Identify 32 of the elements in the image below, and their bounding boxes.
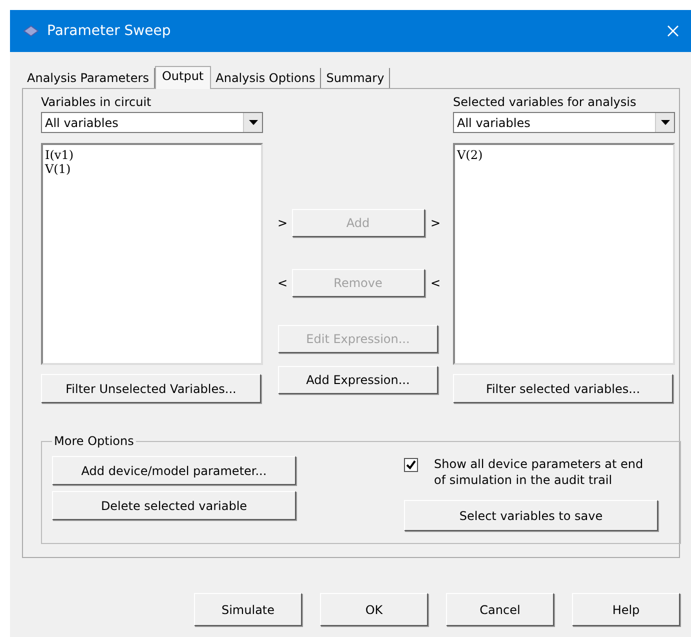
- list-item[interactable]: I(v1): [45, 148, 259, 162]
- filter-button[interactable]: Filter Unselected Variables...: [41, 374, 261, 403]
- list-item[interactable]: V(2): [457, 148, 671, 162]
- window-title: Parameter Sweep: [47, 23, 172, 39]
- list-label: Selected variables for analysis: [453, 95, 638, 111]
- tab[interactable]: Output: [154, 66, 211, 89]
- dialog-button[interactable]: Simulate: [194, 593, 302, 626]
- arrow-mark: <: [278, 276, 286, 290]
- dropdown-arrow-icon: [660, 120, 670, 125]
- close-icon[interactable]: [667, 25, 679, 37]
- add-parameter-button[interactable]: Add device/model parameter...: [52, 456, 296, 485]
- checkbox[interactable]: [404, 458, 418, 472]
- tab[interactable]: Analysis Options: [210, 68, 322, 88]
- dialog-button[interactable]: OK: [320, 593, 428, 626]
- add-expression-button[interactable]: Add Expression...: [278, 366, 438, 394]
- arrow-mark: >: [430, 216, 438, 230]
- save-variables-button[interactable]: Select variables to save: [404, 500, 658, 531]
- list-label: Variables in circuit: [41, 95, 152, 111]
- dialog-button[interactable]: Help: [572, 593, 680, 626]
- group-title: More Options: [53, 434, 135, 448]
- arrow-mark: >: [278, 216, 286, 230]
- checkbox-label: Show all device parameters at end of simulation in the audit trail: [434, 456, 644, 488]
- list-item[interactable]: V(1): [45, 162, 259, 176]
- variables-dropdown[interactable]: All variables: [453, 112, 675, 133]
- filter-button[interactable]: Filter selected variables...: [453, 374, 673, 403]
- dropdown-arrow-icon: [248, 120, 258, 125]
- dialog-button[interactable]: Cancel: [446, 593, 554, 626]
- variables-dropdown[interactable]: All variables: [41, 112, 263, 133]
- tab[interactable]: Summary: [321, 68, 390, 88]
- app-icon: [23, 25, 39, 37]
- delete-variable-button[interactable]: Delete selected variable: [52, 491, 296, 520]
- arrow-mark: <: [430, 276, 438, 290]
